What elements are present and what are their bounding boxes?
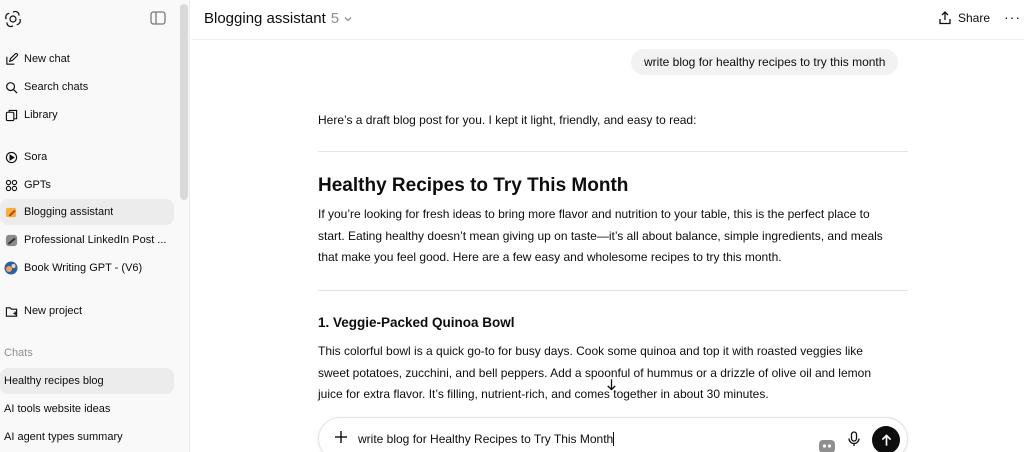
sidebar-item-gpts[interactable]: GPTs (0, 172, 174, 198)
sidebar-item-label: New chat (24, 53, 70, 65)
chat-item-healthy-recipes-blog[interactable]: Healthy recipes blog (0, 368, 174, 394)
paragraph-line: that make you feel good. Here are a few … (318, 250, 782, 264)
section-heading: 1. Veggie-Packed Quinoa Bowl (318, 315, 515, 330)
share-label: Share (958, 11, 991, 25)
sidebar-item-label: Blogging assistant (24, 206, 114, 218)
blog-intro-paragraph: If you’re looking for fresh ideas to bri… (318, 204, 908, 269)
sidebar-item-label: Sora (24, 151, 48, 163)
sidebar-item-label: Professional LinkedIn Post ... (24, 234, 167, 246)
sidebar-item-label: Book Writing GPT - (V6) (24, 262, 143, 274)
scroll-to-bottom-button[interactable] (602, 375, 620, 393)
new-chat-icon (4, 52, 18, 66)
send-button[interactable] (872, 426, 900, 452)
sidebar-toggle-icon[interactable] (150, 11, 166, 25)
sidebar-item-label: New project (24, 305, 83, 317)
arrow-up-icon (881, 433, 891, 446)
book-writing-gpt-avatar (4, 261, 18, 275)
chats-heading: Chats (4, 347, 33, 359)
share-icon (939, 11, 951, 25)
model-selector[interactable]: Blogging assistant 5 (204, 10, 353, 27)
sora-icon (4, 150, 18, 164)
sidebar-scrollbar[interactable] (180, 4, 188, 200)
arrow-down-icon (606, 378, 616, 391)
sidebar: New chat Search chats Library Sora GPTs … (0, 0, 190, 452)
sidebar-item-sora[interactable]: Sora (0, 144, 174, 170)
sidebar-item-linkedin-gpt[interactable]: Professional LinkedIn Post ... (0, 227, 174, 253)
sidebar-item-label: GPTs (24, 179, 51, 191)
sidebar-item-label: Library (24, 109, 58, 121)
page-title: Blogging assistant (204, 10, 326, 27)
chevron-down-icon (344, 16, 352, 21)
gpts-icon (4, 178, 18, 192)
sidebar-item-new-chat[interactable]: New chat (0, 46, 174, 72)
share-button[interactable]: Share (938, 11, 990, 25)
divider (318, 151, 908, 152)
model-version: 5 (330, 10, 340, 27)
more-options-button[interactable]: ··· (1004, 9, 1021, 25)
assistant-bot-icon[interactable] (818, 437, 836, 452)
paragraph-line: This colorful bowl is a quick go-to for … (318, 344, 863, 358)
openai-logo-icon[interactable] (4, 10, 22, 28)
message-composer[interactable]: write blog for Healthy Recipes to Try Th… (318, 417, 908, 452)
linkedin-gpt-avatar (4, 233, 18, 247)
sidebar-top (0, 0, 190, 40)
paragraph-line: start. Eating healthy doesn’t mean givin… (318, 228, 883, 243)
search-icon (4, 80, 18, 94)
conversation-area: write blog for healthy recipes to try th… (191, 40, 1024, 452)
microphone-icon[interactable] (847, 431, 861, 447)
blog-post-title: Healthy Recipes to Try This Month (318, 175, 629, 196)
chat-item-ai-agent-types-summary[interactable]: AI agent types summary (0, 424, 174, 450)
section-paragraph: This colorful bowl is a quick go-to for … (318, 341, 908, 406)
chat-header: Blogging assistant 5 Share ··· (191, 0, 1024, 40)
sidebar-item-library[interactable]: Library (0, 102, 174, 128)
blogging-assistant-avatar (4, 205, 18, 219)
paragraph-line: If you’re looking for fresh ideas to bri… (318, 207, 870, 221)
divider (318, 290, 908, 291)
chat-item-ai-tools-website-ideas[interactable]: AI tools website ideas (0, 396, 174, 422)
text-caret (613, 432, 615, 446)
new-project-icon (4, 304, 18, 318)
sidebar-item-label: Search chats (24, 81, 89, 93)
sidebar-item-blogging-assistant[interactable]: Blogging assistant (0, 199, 174, 225)
library-icon (4, 108, 18, 122)
sidebar-item-new-project[interactable]: New project (0, 298, 174, 324)
composer-input[interactable]: write blog for Healthy Recipes to Try Th… (358, 432, 615, 446)
assistant-intro-text: Here’s a draft blog post for you. I kept… (318, 113, 697, 127)
sidebar-item-book-writing-gpt[interactable]: Book Writing GPT - (V6) (0, 255, 174, 281)
user-message-bubble: write blog for healthy recipes to try th… (631, 49, 899, 75)
sidebar-item-search-chats[interactable]: Search chats (0, 74, 174, 100)
plus-icon[interactable] (333, 429, 349, 445)
composer-text: write blog for Healthy Recipes to Try Th… (358, 432, 614, 446)
